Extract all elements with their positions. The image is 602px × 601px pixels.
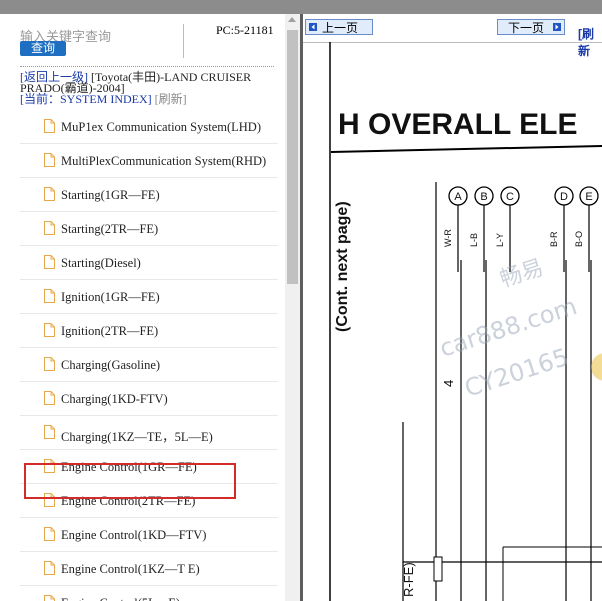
dotted-divider — [20, 66, 274, 67]
side-label: R-FE) — [401, 562, 416, 597]
list-item-label: Engine Control(5L—E) — [61, 596, 180, 601]
list-item-label: Starting(Diesel) — [61, 256, 141, 270]
list-item[interactable]: Charging(1KZ—TE，5L—E) — [20, 416, 278, 450]
next-page-button[interactable]: 下一页 — [497, 19, 565, 35]
header-divider — [183, 24, 184, 58]
list-item-label: Ignition(1GR—FE) — [61, 290, 160, 304]
file-icon — [44, 527, 55, 541]
file-icon — [44, 391, 55, 405]
list-item[interactable]: Starting(Diesel) — [20, 246, 278, 280]
arrow-right-icon — [553, 23, 561, 31]
current-label: [当前： — [20, 92, 60, 106]
list-item[interactable]: Engine Control(1KZ—T E) — [20, 552, 278, 586]
file-icon — [44, 289, 55, 303]
diagram-title: H OVERALL ELE — [338, 108, 577, 141]
list-item-label: MuP1ex Communication System(LHD) — [61, 120, 261, 134]
file-icon — [44, 255, 55, 269]
prev-page-button[interactable]: 上一页 — [305, 19, 373, 35]
list-item[interactable]: Ignition(2TR—FE) — [20, 314, 278, 348]
system-list: MuP1ex Communication System(LHD) MultiPle… — [20, 110, 278, 601]
list-item[interactable]: Engine Control(5L—E) — [20, 586, 278, 601]
file-icon — [44, 153, 55, 167]
file-icon — [44, 595, 55, 601]
scrollbar-thumb[interactable] — [287, 30, 298, 284]
connector-label: A — [454, 191, 462, 203]
page-number: 4 — [441, 380, 456, 387]
file-icon — [44, 221, 55, 235]
list-item[interactable]: MultiPlexCommunication System(RHD) — [20, 144, 278, 178]
file-icon — [44, 119, 55, 133]
wire-label: B-R — [549, 231, 559, 247]
refresh-link[interactable]: [刷新] — [155, 92, 187, 106]
list-item-label: Ignition(2TR—FE) — [61, 324, 159, 338]
list-item[interactable]: MuP1ex Communication System(LHD) — [20, 110, 278, 144]
arrow-left-icon — [309, 23, 317, 31]
list-item[interactable]: Charging(Gasoline) — [20, 348, 278, 382]
file-icon — [44, 425, 55, 439]
list-item[interactable]: Engine Control(1KD—FTV) — [20, 518, 278, 552]
connector-label: D — [560, 191, 568, 203]
wire-label: L-Y — [495, 233, 505, 247]
sidebar-panel: 输入关键字查询 查询 PC:5-21181 [返回上一级] [Toyota(丰田… — [0, 14, 285, 601]
cont-text: (Cont. next page) — [334, 201, 351, 332]
wiring-diagram: H OVERALL ELE (Cont. next page) A B C D E W-… — [329, 42, 602, 601]
list-item[interactable]: Ignition(1GR—FE) — [20, 280, 278, 314]
window-top-bar — [0, 0, 602, 14]
list-item-label: MultiPlexCommunication System(RHD) — [61, 154, 267, 168]
current-value: SYSTEM INDEX] — [60, 92, 152, 106]
connector-label: E — [585, 191, 592, 203]
viewer-panel: 上一页 下一页 [刷新 H OVERALL ELE (Cont. next pa… — [303, 14, 602, 601]
file-icon — [44, 357, 55, 371]
file-icon — [44, 561, 55, 575]
list-item-label: Starting(2TR—FE) — [61, 222, 159, 236]
pc-code: PC:5-21181 — [216, 23, 274, 37]
list-item[interactable]: Charging(1KD-FTV) — [20, 382, 278, 416]
list-item-label: Charging(1KD-FTV) — [61, 392, 168, 406]
watermark-logo-icon — [591, 353, 602, 381]
connector-label: B — [480, 191, 487, 203]
wire-label: W-R — [443, 229, 453, 247]
connectors: A B C D E — [448, 186, 599, 272]
list-item-label: Starting(1GR—FE) — [61, 188, 160, 202]
highlight-box — [24, 463, 236, 499]
list-item[interactable]: Starting(1GR—FE) — [20, 178, 278, 212]
wire-labels: W-R L-B L-Y B-R B-O — [443, 229, 584, 247]
sidebar-scrollbar[interactable] — [285, 14, 300, 601]
list-item[interactable]: Starting(2TR—FE) — [20, 212, 278, 246]
file-icon — [44, 323, 55, 337]
viewer-toolbar: 上一页 下一页 [刷新 — [303, 14, 602, 58]
breadcrumb: [返回上一级] [Toyota(丰田)-LAND CRUISER PRADO(霸… — [20, 71, 278, 106]
wire-label: B-O — [574, 231, 584, 247]
list-item-label: Engine Control(1KD—FTV) — [61, 528, 207, 542]
search-button[interactable]: 查询 — [20, 41, 66, 56]
prev-page-label: 上一页 — [322, 21, 359, 35]
fuse-symbol — [433, 556, 443, 582]
file-icon — [44, 187, 55, 201]
scroll-up-icon[interactable] — [288, 17, 296, 22]
connector-label: C — [506, 191, 514, 203]
wire-label: L-B — [469, 233, 479, 247]
title-underline — [330, 145, 602, 153]
list-item-label: Charging(Gasoline) — [61, 358, 161, 372]
list-item-label: Engine Control(1KZ—T E) — [61, 562, 200, 576]
watermark-line-1: 畅易 — [497, 255, 547, 292]
list-item-label: Charging(1KZ—TE，5L—E) — [61, 430, 213, 444]
next-page-label: 下一页 — [508, 21, 545, 35]
